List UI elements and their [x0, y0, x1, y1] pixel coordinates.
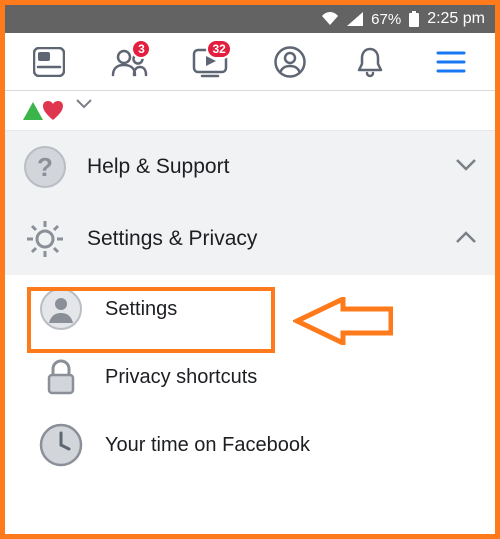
- screenshot-frame: 67% 2:25 pm 3 32: [0, 0, 500, 539]
- watch-badge: 32: [206, 39, 231, 59]
- lock-icon: [39, 355, 83, 399]
- tab-profile[interactable]: [260, 33, 320, 91]
- person-icon: [39, 287, 83, 331]
- tab-feed[interactable]: [19, 33, 79, 91]
- see-more-icons: [21, 100, 65, 122]
- tab-menu[interactable]: [421, 33, 481, 91]
- see-more-row[interactable]: [5, 91, 495, 131]
- submenu-label: Privacy shortcuts: [105, 366, 477, 389]
- tab-watch[interactable]: 32: [180, 33, 240, 91]
- clock-icon: [39, 423, 83, 467]
- battery-icon: [409, 11, 419, 27]
- submenu-your-time[interactable]: Your time on Facebook: [39, 411, 495, 479]
- wifi-icon: [321, 12, 339, 26]
- tab-notifications[interactable]: [340, 33, 400, 91]
- help-icon: ?: [23, 145, 67, 189]
- gear-icon: [23, 217, 67, 261]
- chevron-up-icon: [455, 230, 477, 249]
- submenu-settings[interactable]: Settings: [39, 275, 495, 343]
- chevron-down-icon: [455, 158, 477, 177]
- svg-text:?: ?: [37, 152, 53, 182]
- settings-privacy-sublist: Settings Privacy shortcuts Your time on …: [5, 275, 495, 479]
- signal-icon: [347, 12, 363, 26]
- menu-settings-privacy[interactable]: Settings & Privacy: [5, 203, 495, 275]
- battery-percent: 67%: [371, 11, 401, 28]
- menu-label: Settings & Privacy: [87, 227, 435, 251]
- chevron-down-icon: [75, 97, 93, 125]
- friends-badge: 3: [131, 39, 151, 59]
- menu-list: ? Help & Support: [5, 131, 495, 479]
- submenu-label: Your time on Facebook: [105, 434, 477, 457]
- menu-help-support[interactable]: ? Help & Support: [5, 131, 495, 203]
- submenu-label: Settings: [105, 298, 477, 321]
- menu-label: Help & Support: [87, 155, 435, 179]
- status-bar: 67% 2:25 pm: [5, 5, 495, 33]
- submenu-privacy-shortcuts[interactable]: Privacy shortcuts: [39, 343, 495, 411]
- tab-friends[interactable]: 3: [99, 33, 159, 91]
- clock: 2:25 pm: [427, 10, 485, 28]
- top-tab-bar: 3 32: [5, 33, 495, 91]
